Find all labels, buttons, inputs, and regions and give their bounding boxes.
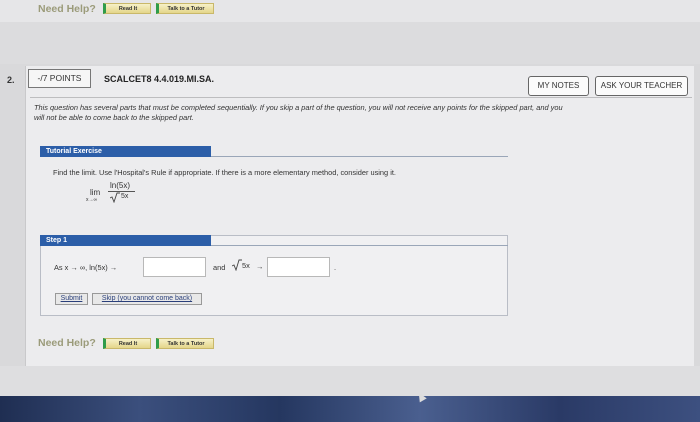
instruction-line-2: will not be able to come back to the ski… <box>34 113 194 122</box>
step-1-header-rule <box>211 245 508 246</box>
separator-band <box>0 22 700 64</box>
limit-symbol: lim <box>90 188 101 197</box>
need-help-label-bottom: Need Help? <box>38 337 96 349</box>
tutorial-header-rule <box>211 156 508 157</box>
page-bottom-band <box>0 366 700 396</box>
points-badge: -/7 POINTS <box>28 69 91 88</box>
step-and-text: and <box>213 263 226 272</box>
header-divider <box>30 97 692 98</box>
question-id: SCALCET8 4.4.019.MI.SA. <box>104 74 215 84</box>
talk-to-tutor-button-bottom[interactable]: Talk to a Tutor <box>156 338 214 349</box>
step-1-header: Step 1 <box>40 235 211 246</box>
instruction-line-1: This question has several parts that mus… <box>34 103 563 112</box>
read-it-button-top[interactable]: Read It <box>103 3 151 14</box>
ln-limit-input[interactable] <box>143 257 206 277</box>
need-help-label-top: Need Help? <box>38 3 96 15</box>
talk-to-tutor-button-top[interactable]: Talk to a Tutor <box>156 3 214 14</box>
submit-button[interactable]: Submit <box>55 293 88 305</box>
step-period: . <box>334 263 337 272</box>
sqrt-limit-input[interactable] <box>267 257 330 277</box>
question-number: 2. <box>7 75 15 85</box>
read-it-button-bottom[interactable]: Read It <box>103 338 151 349</box>
sqrt-icon <box>232 259 242 271</box>
sqrt-icon <box>110 192 120 203</box>
step-as-text: As x → ∞, ln(5x) → <box>54 263 118 272</box>
tutorial-header: Tutorial Exercise <box>40 146 211 157</box>
tutorial-prompt: Find the limit. Use l'Hospital's Rule if… <box>53 168 396 177</box>
step-arrow: → <box>256 262 264 271</box>
skip-button[interactable]: Skip (you cannot come back) <box>92 293 202 305</box>
my-notes-button[interactable]: MY NOTES <box>528 76 589 96</box>
sqrt-argument: 5x <box>242 261 250 270</box>
limit-denominator: 5x <box>121 193 129 200</box>
limit-numerator: ln(5x) <box>110 181 131 190</box>
ask-teacher-button[interactable]: ASK YOUR TEACHER <box>595 76 688 96</box>
limit-subscript: x→∞ <box>86 197 98 203</box>
instruction-text: This question has several parts that mus… <box>34 103 684 123</box>
desktop-background <box>0 396 700 422</box>
